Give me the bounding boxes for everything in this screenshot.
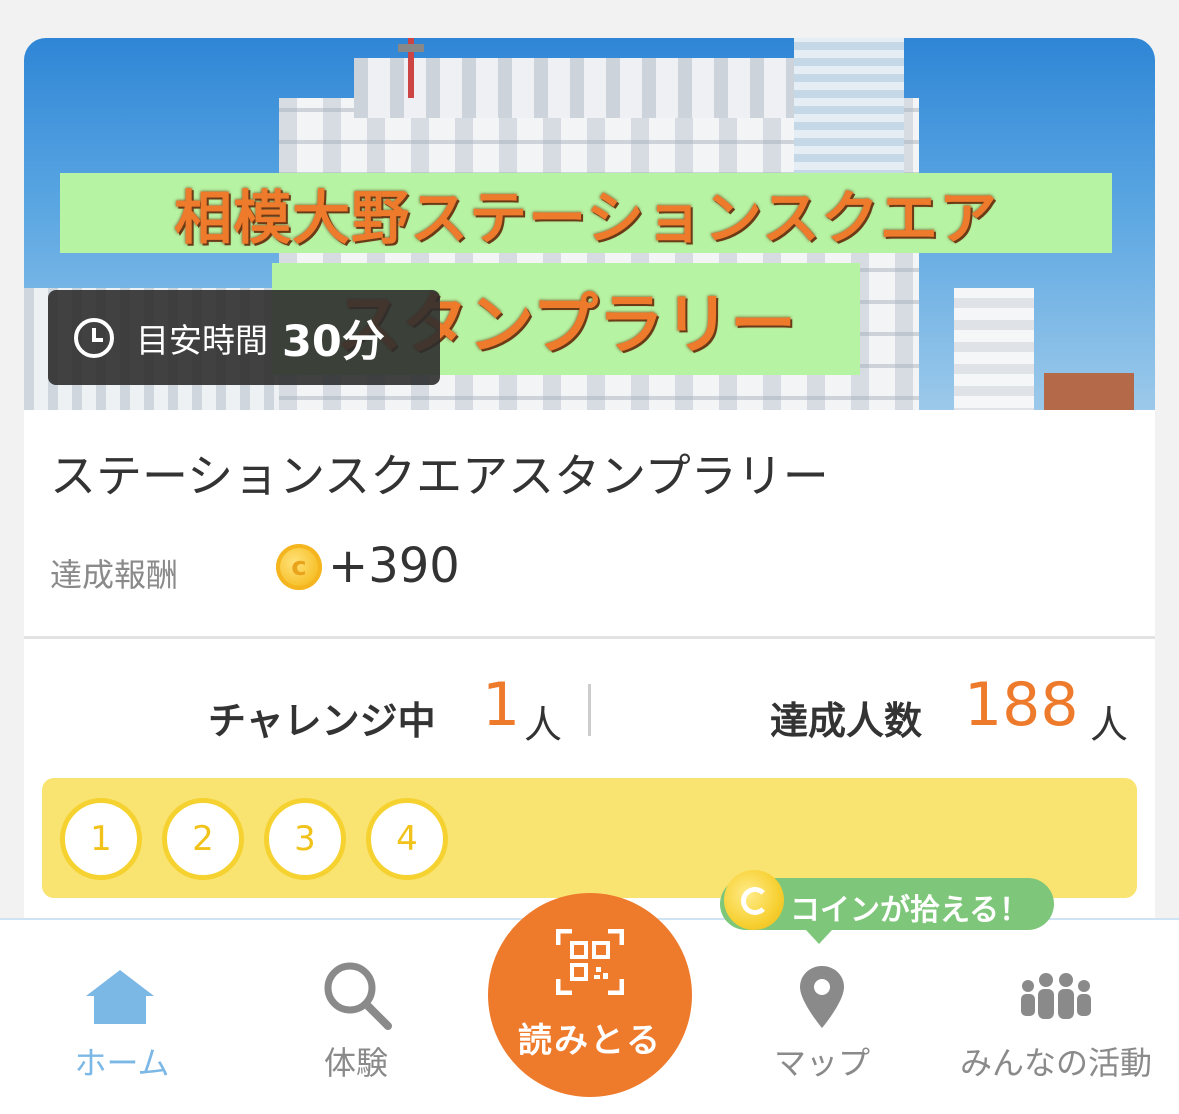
building-tower — [794, 38, 904, 178]
rally-card[interactable]: 相模大野ステーションスクエア スタンプラリー 目安時間 30分 ステーションスク… — [24, 38, 1155, 938]
hero-banner-line1: 相模大野ステーションスクエア — [60, 173, 1112, 253]
scan-button[interactable]: 読みとる — [488, 893, 692, 1097]
home-icon — [86, 970, 154, 1024]
challenging-count: 1 — [482, 670, 521, 740]
tooltip-text: コインが拾える！ — [790, 893, 1030, 928]
stamp-1[interactable]: 1 — [60, 798, 142, 880]
nav-experience[interactable]: 体験 — [256, 920, 456, 1114]
reward-label: 達成報酬 — [50, 556, 179, 594]
nav-experience-label: 体験 — [323, 1044, 388, 1082]
stamp-2[interactable]: 2 — [162, 798, 244, 880]
antenna-bar — [398, 44, 424, 52]
stamp-3[interactable]: 3 — [264, 798, 346, 880]
time-estimate-badge: 目安時間 30分 — [48, 290, 440, 385]
scan-label: 読みとる — [518, 1021, 662, 1061]
nav-home[interactable]: ホーム — [22, 920, 222, 1114]
time-label: 目安時間 — [136, 320, 268, 360]
coin-icon — [724, 870, 784, 930]
nav-map-label: マップ — [773, 1044, 870, 1082]
qr-code-icon — [556, 929, 624, 995]
divider — [24, 636, 1155, 639]
search-icon — [324, 962, 392, 1030]
clock-icon — [74, 317, 114, 358]
people-icon — [1021, 973, 1091, 1019]
reward-value: +390 — [328, 538, 460, 594]
stamp-4[interactable]: 4 — [366, 798, 448, 880]
nav-activity-label: みんなの活動 — [959, 1044, 1152, 1082]
coin-tooltip[interactable]: コインが拾える！ — [720, 870, 1054, 944]
time-value: 30分 — [282, 316, 385, 367]
nav-activity[interactable]: みんなの活動 — [956, 920, 1156, 1114]
achieved-unit: 人 — [1090, 703, 1129, 747]
coin-icon — [276, 544, 322, 590]
building-top — [354, 58, 814, 118]
achieved-count: 188 — [964, 670, 1079, 740]
nav-map[interactable]: マップ — [722, 920, 922, 1114]
challenging-unit: 人 — [524, 703, 563, 747]
stat-separator — [588, 684, 591, 736]
map-pin-icon — [800, 966, 844, 1028]
hero-image: 相模大野ステーションスクエア スタンプラリー 目安時間 30分 — [24, 38, 1155, 410]
building-brick — [1044, 373, 1134, 410]
challenging-label: チャレンジ中 — [208, 699, 436, 743]
building-right — [954, 288, 1034, 410]
rally-title: ステーションスクエアスタンプラリー — [50, 449, 829, 503]
achieved-label: 達成人数 — [770, 699, 923, 743]
nav-home-label: ホーム — [74, 1044, 170, 1082]
